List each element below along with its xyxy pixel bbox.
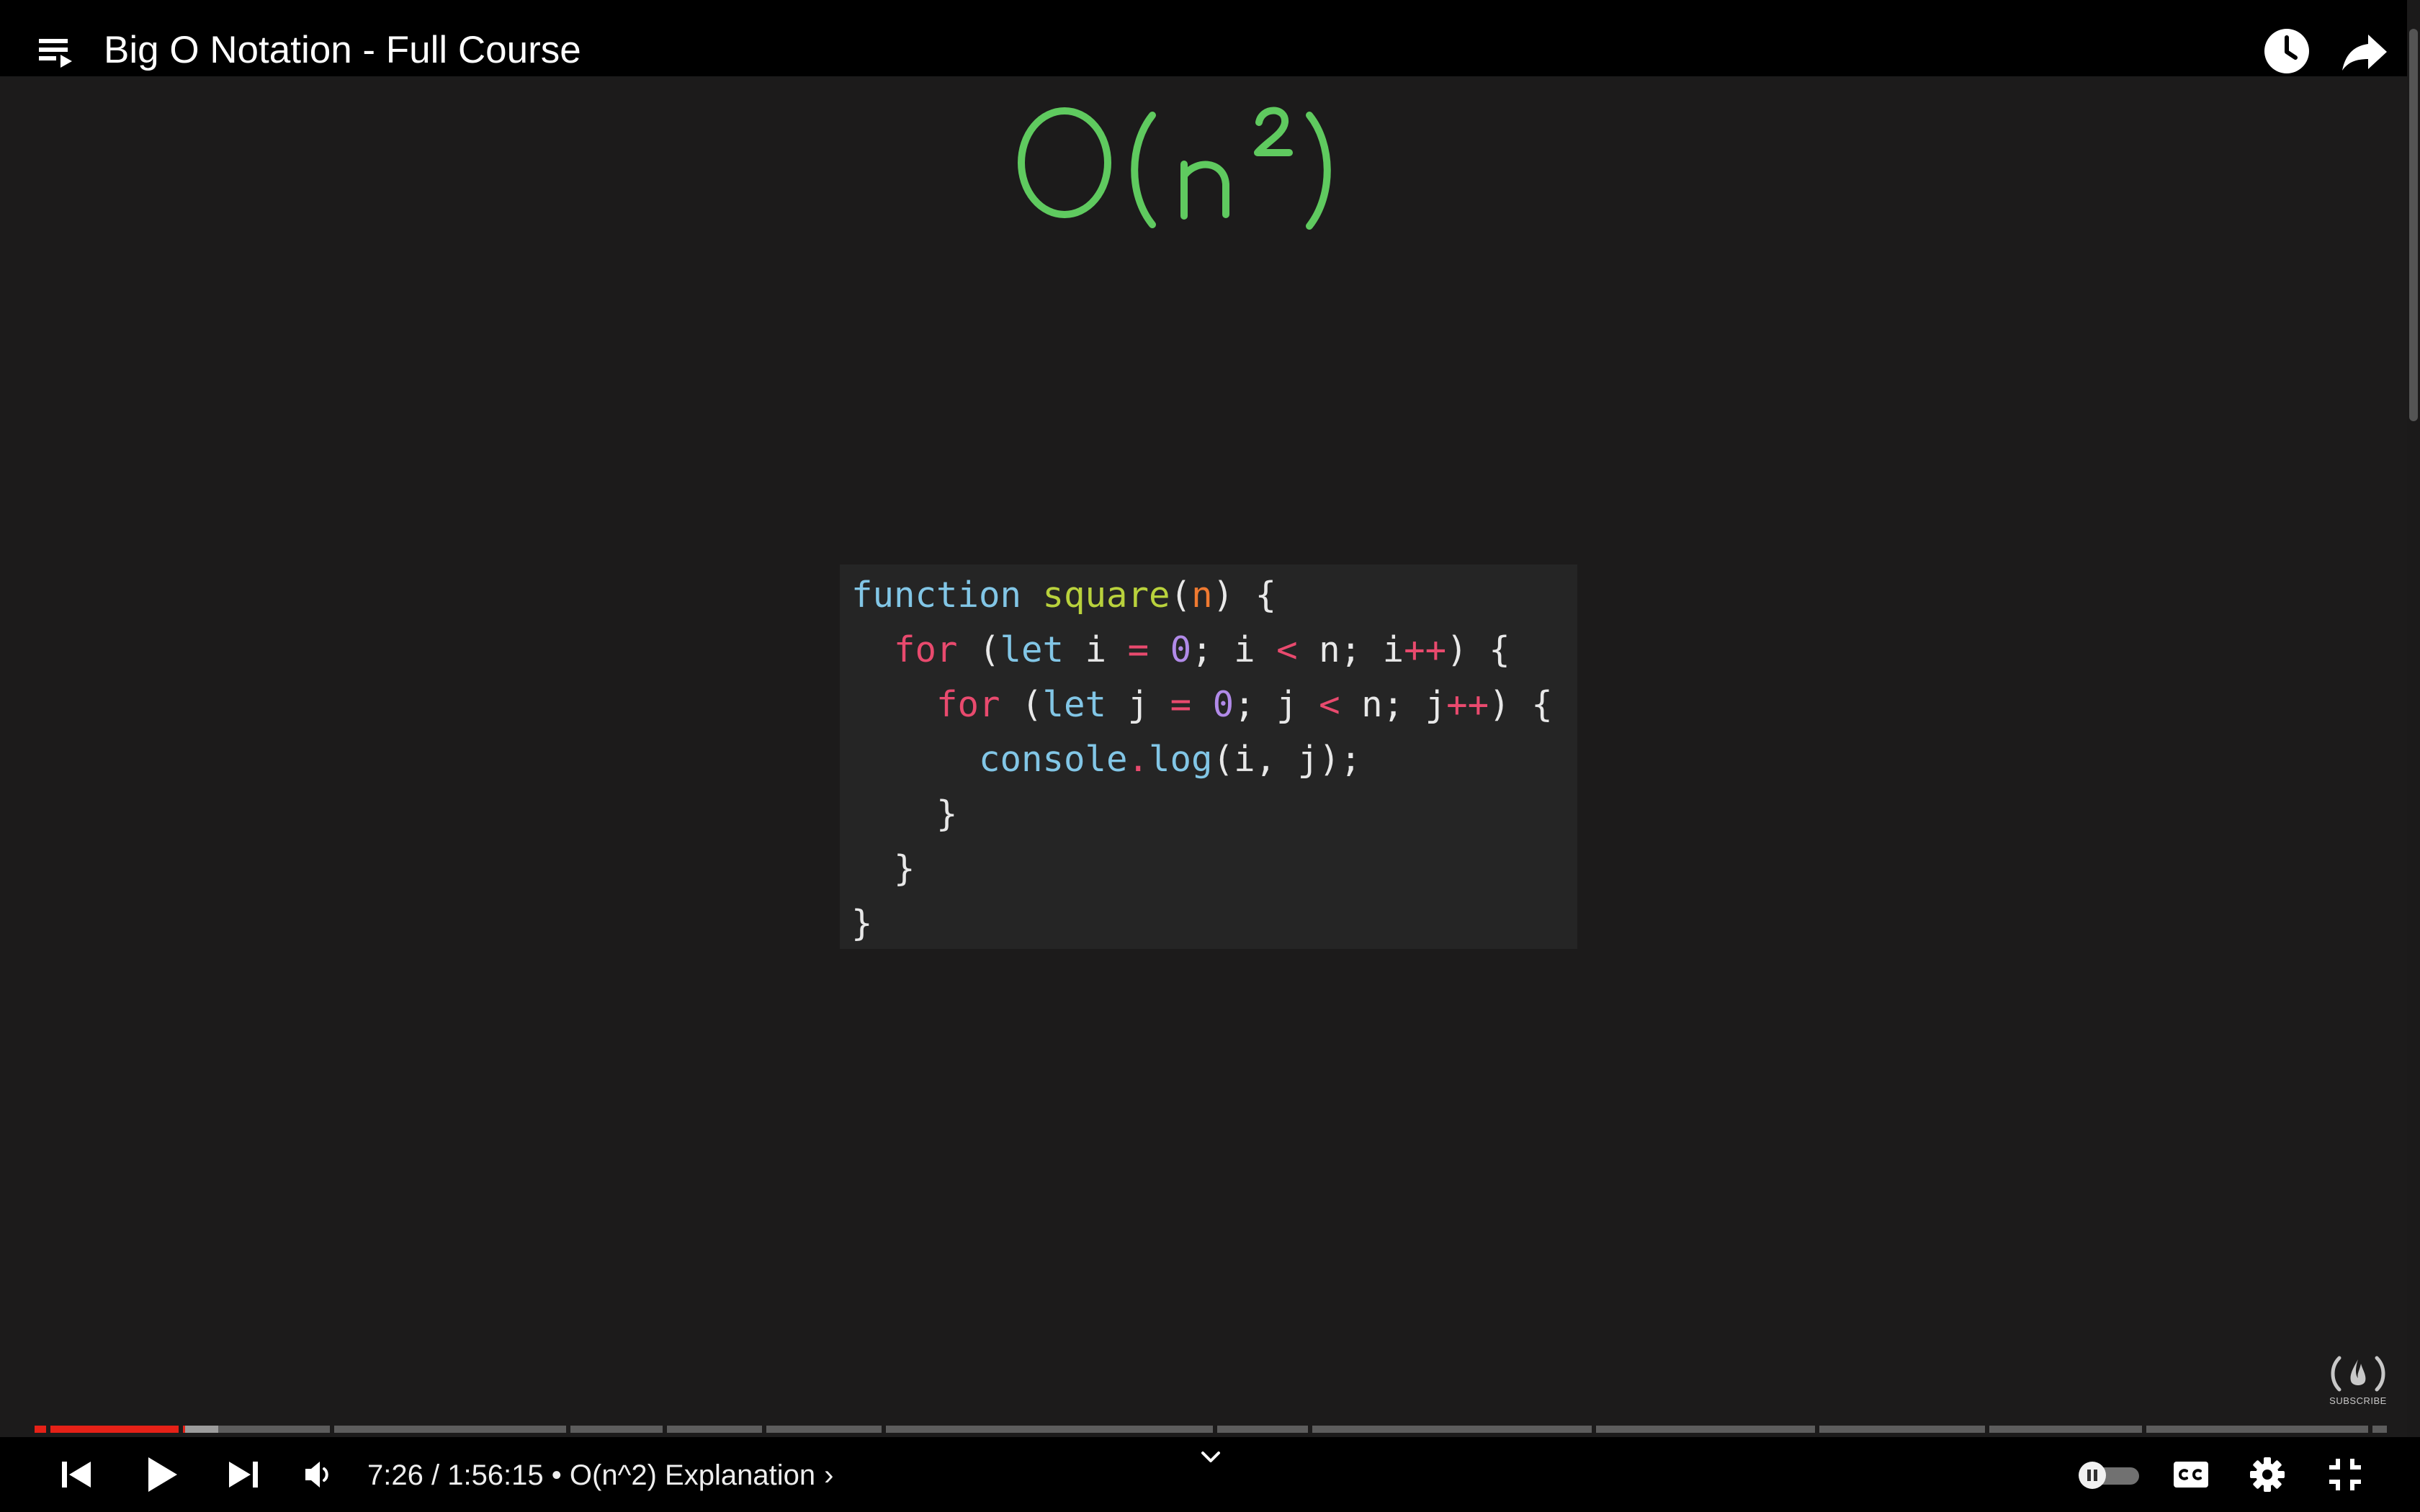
chapter-segment[interactable] [1217,1426,1308,1433]
play-icon [148,1457,177,1492]
next-icon [229,1462,258,1488]
code-line: } [851,848,915,889]
chapter-segment[interactable] [667,1426,762,1433]
page-scrollbar[interactable] [2407,0,2420,1512]
chapter-segment[interactable] [1819,1426,1985,1433]
previous-icon [62,1462,91,1488]
code-line: for (let j = 0; j < n; j++) { [936,684,1553,725]
time-display: 7:26 / 1:56:15 • O(n^2) Explanation › [367,1450,833,1500]
toggle-knob [2079,1462,2106,1489]
cc-icon [2174,1462,2208,1488]
chapter-gap [1592,1426,1596,1433]
chapter-gap [2368,1426,2372,1433]
chapter-segment[interactable] [1989,1426,2142,1433]
chapter-gap [1985,1426,1989,1433]
scrollbar-thumb[interactable] [2409,29,2418,421]
chapter-gap [663,1426,667,1433]
chapter-gap [330,1426,334,1433]
code-line: } [851,903,873,944]
chapter-dot: • [543,1459,570,1491]
chapter-segment[interactable] [570,1426,663,1433]
volume-icon [305,1462,328,1488]
chapter-segment[interactable] [886,1426,1213,1433]
chapter-segment[interactable] [2146,1426,2368,1433]
formula-drawing [1018,107,1331,230]
player-top-bar: Big O Notation - Full Course [0,0,2420,76]
chapter-gap [179,1426,183,1433]
chapter-gap [566,1426,570,1433]
volume-button[interactable] [288,1446,346,1503]
code-line: console.log(i, j); [979,739,1362,780]
freecodecamp-logo-icon [2331,1356,2385,1392]
playlist-button[interactable] [35,33,78,73]
previous-button[interactable] [48,1446,105,1503]
video-title[interactable]: Big O Notation - Full Course [104,23,581,78]
current-time: 7:26 [367,1459,424,1491]
chapter-gap [46,1426,50,1433]
progress-bar[interactable] [35,1426,2387,1433]
chapter-gap [1308,1426,1312,1433]
chapter-gap [2142,1426,2146,1433]
exit-fullscreen-button[interactable] [2316,1446,2374,1503]
progress-played [35,1426,185,1433]
expand-chevron-button[interactable] [1193,1440,1229,1476]
code-line: function square(n) { [851,575,1277,616]
time-separator: / [423,1459,448,1491]
code-snippet: function square(n) { for (let i = 0; i <… [840,564,1577,949]
next-button[interactable] [215,1446,272,1503]
chapter-gap [882,1426,886,1433]
chapter-segment[interactable] [1312,1426,1592,1433]
gear-icon [2250,1457,2285,1492]
player-controls: 7:26 / 1:56:15 • O(n^2) Explanation › [0,1437,2420,1512]
settings-button[interactable] [2238,1446,2296,1503]
video-player[interactable]: Big O Notation - Full Course function sq… [0,0,2420,1512]
watch-later-button[interactable] [2262,26,2312,76]
autoplay-toggle[interactable] [2079,1462,2139,1489]
chapter-segment[interactable] [2372,1426,2387,1433]
code-line: for (let i = 0; i < n; i++) { [894,629,1510,670]
share-button[interactable] [2339,26,2390,76]
duration: 1:56:15 [447,1459,544,1491]
pause-icon [2087,1470,2097,1481]
code-line: } [851,793,958,834]
clock-icon [2264,29,2309,73]
chapter-segment[interactable] [1596,1426,1815,1433]
chapter-gap [1213,1426,1217,1433]
captions-button[interactable] [2162,1446,2220,1503]
chapter-arrow-icon: › [824,1459,834,1491]
exit-fullscreen-icon [2329,1459,2361,1490]
channel-watermark[interactable]: SUBSCRIBE [2323,1354,2393,1411]
chapter-gap [762,1426,766,1433]
chapter-title: O(n^2) Explanation [569,1459,816,1491]
big-o-formula [1008,86,1368,238]
chapter-button[interactable]: • O(n^2) Explanation › [544,1450,834,1500]
play-button[interactable] [131,1446,189,1503]
chapter-segment[interactable] [766,1426,882,1433]
playlist-icon [39,39,72,68]
subscribe-label: SUBSCRIBE [2329,1395,2387,1406]
share-icon [2342,35,2387,71]
chevron-down-icon [1201,1452,1220,1462]
chapter-segment[interactable] [334,1426,566,1433]
chapter-gap [1815,1426,1819,1433]
